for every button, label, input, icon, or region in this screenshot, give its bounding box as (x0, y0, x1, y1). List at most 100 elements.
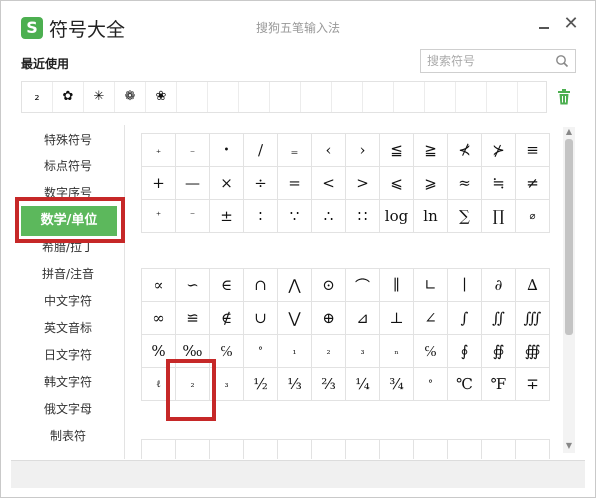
symbol-cell[interactable]: ⁻ (175, 199, 210, 233)
symbol-cell[interactable]: ≒ (481, 166, 516, 200)
symbol-cell[interactable]: ≡ (515, 133, 550, 167)
symbol-cell[interactable]: ± (209, 199, 244, 233)
symbol-cell[interactable]: ℃ (447, 367, 482, 401)
symbol-cell[interactable]: ℉ (481, 367, 516, 401)
symbol-cell[interactable]: ⅓ (277, 367, 312, 401)
symbol-cell[interactable]: ≈ (447, 166, 482, 200)
sidebar-item-pinyin[interactable]: 拼音/注音 (11, 263, 125, 285)
symbol-cell[interactable]: — (175, 166, 210, 200)
symbol-cell[interactable] (413, 439, 448, 459)
symbol-cell[interactable] (515, 439, 550, 459)
symbol-cell[interactable]: ∉ (209, 301, 244, 335)
symbol-cell[interactable]: ∟ (413, 268, 448, 302)
search-icon[interactable] (555, 54, 569, 68)
symbol-cell[interactable]: ∰ (515, 334, 550, 368)
symbol-cell[interactable] (311, 439, 346, 459)
symbol-cell[interactable]: ⁺ (141, 199, 176, 233)
symbol-cell[interactable]: ℅ (413, 334, 448, 368)
sidebar-item-greek-latin[interactable]: 希腊/拉丁 (11, 236, 125, 258)
symbol-cell[interactable]: ⊕ (311, 301, 346, 335)
recent-symbol[interactable]: ❀ (146, 82, 177, 112)
scroll-up-arrow-icon[interactable]: ▲ (564, 127, 574, 137)
symbol-cell[interactable] (481, 439, 516, 459)
scroll-down-arrow-icon[interactable]: ▼ (564, 441, 574, 451)
symbol-cell[interactable]: ° (413, 367, 448, 401)
symbol-cell[interactable]: ∕ (243, 133, 278, 167)
sidebar-item-punctuation[interactable]: 标点符号 (11, 155, 125, 177)
symbol-cell[interactable]: ‹ (311, 133, 346, 167)
sidebar-item-korean[interactable]: 韩文字符 (11, 371, 125, 393)
search-input[interactable] (421, 50, 547, 72)
symbol-cell[interactable]: ⋀ (277, 268, 312, 302)
sidebar-item-number-sequence[interactable]: 数字序号 (11, 182, 125, 204)
symbol-cell[interactable]: > (345, 166, 380, 200)
sidebar-item-box-drawing[interactable]: 制表符 (11, 425, 125, 447)
minimize-button[interactable] (535, 17, 553, 35)
recent-symbol[interactable]: ❁ (115, 82, 146, 112)
symbol-cell[interactable]: ⌀ (515, 199, 550, 233)
symbol-cell[interactable]: ₃ (209, 367, 244, 401)
symbol-cell[interactable]: ≌ (175, 301, 210, 335)
recent-symbol[interactable]: ✳ (84, 82, 115, 112)
symbol-cell[interactable] (175, 439, 210, 459)
symbol-cell[interactable]: ∫ (447, 301, 482, 335)
symbol-cell[interactable]: ∩ (243, 268, 278, 302)
symbol-cell[interactable]: ° (243, 334, 278, 368)
symbol-cell[interactable]: ∆ (515, 268, 550, 302)
symbol-cell[interactable]: ∑ (447, 199, 482, 233)
trash-icon[interactable] (557, 89, 571, 105)
symbol-cell[interactable]: ∞ (141, 301, 176, 335)
symbol-cell[interactable]: ∣ (447, 268, 482, 302)
symbol-cell[interactable]: ∈ (209, 268, 244, 302)
symbol-cell[interactable]: ∠ (413, 301, 448, 335)
sidebar-item-japanese[interactable]: 日文字符 (11, 344, 125, 366)
recent-symbol[interactable]: ₂ (22, 82, 53, 112)
recent-symbol[interactable]: ✿ (53, 82, 84, 112)
symbol-cell[interactable]: • (209, 133, 244, 167)
symbol-cell[interactable]: ⋁ (277, 301, 312, 335)
symbol-cell[interactable]: ₃ (345, 334, 380, 368)
sidebar-item-math-units[interactable]: 数学/单位 (21, 206, 117, 236)
symbol-cell-highlighted[interactable]: ₂ (175, 367, 210, 401)
symbol-cell[interactable]: % (141, 334, 176, 368)
symbol-cell[interactable]: ⊿ (345, 301, 380, 335)
symbol-cell[interactable]: ∏ (481, 199, 516, 233)
symbol-cell[interactable]: ⌒ (345, 268, 380, 302)
symbol-cell[interactable]: ≠ (515, 166, 550, 200)
symbol-cell[interactable]: ÷ (243, 166, 278, 200)
sidebar-item-russian[interactable]: 俄文字母 (11, 398, 125, 420)
symbol-cell[interactable]: ‰ (175, 334, 210, 368)
symbol-cell[interactable]: ⊁ (481, 133, 516, 167)
symbol-cell[interactable]: ⊀ (447, 133, 482, 167)
symbol-cell[interactable]: ⩾ (413, 166, 448, 200)
symbol-cell[interactable] (209, 439, 244, 459)
symbol-cell[interactable]: ℅ (209, 334, 244, 368)
symbol-cell[interactable]: × (209, 166, 244, 200)
symbol-cell[interactable]: ∶ (243, 199, 278, 233)
sidebar-item-phonetic[interactable]: 英文音标 (11, 317, 125, 339)
symbol-cell[interactable] (277, 439, 312, 459)
symbol-cell[interactable]: ∽ (175, 268, 210, 302)
symbol-cell[interactable]: ∵ (277, 199, 312, 233)
search-box[interactable] (420, 49, 576, 73)
symbol-cell[interactable]: ₌ (277, 133, 312, 167)
symbol-cell[interactable]: ∯ (481, 334, 516, 368)
symbol-cell[interactable]: ∮ (447, 334, 482, 368)
symbol-cell[interactable]: ∭ (515, 301, 550, 335)
symbol-cell[interactable]: ¼ (345, 367, 380, 401)
symbol-cell[interactable]: = (277, 166, 312, 200)
symbol-cell[interactable]: ₁ (277, 334, 312, 368)
scrollbar[interactable]: ▲ ▼ (563, 127, 575, 453)
symbol-cell[interactable]: ∂ (481, 268, 516, 302)
symbol-cell[interactable]: › (345, 133, 380, 167)
symbol-cell[interactable]: ⊙ (311, 268, 346, 302)
scroll-thumb[interactable] (565, 139, 573, 335)
symbol-cell[interactable]: ⅔ (311, 367, 346, 401)
symbol-cell[interactable]: ∓ (515, 367, 550, 401)
symbol-cell[interactable]: ∬ (481, 301, 516, 335)
symbol-cell[interactable] (447, 439, 482, 459)
symbol-cell[interactable]: ∷ (345, 199, 380, 233)
symbol-cell[interactable]: + (141, 166, 176, 200)
symbol-cell[interactable]: ln (413, 199, 448, 233)
symbol-cell[interactable]: ₋ (175, 133, 210, 167)
